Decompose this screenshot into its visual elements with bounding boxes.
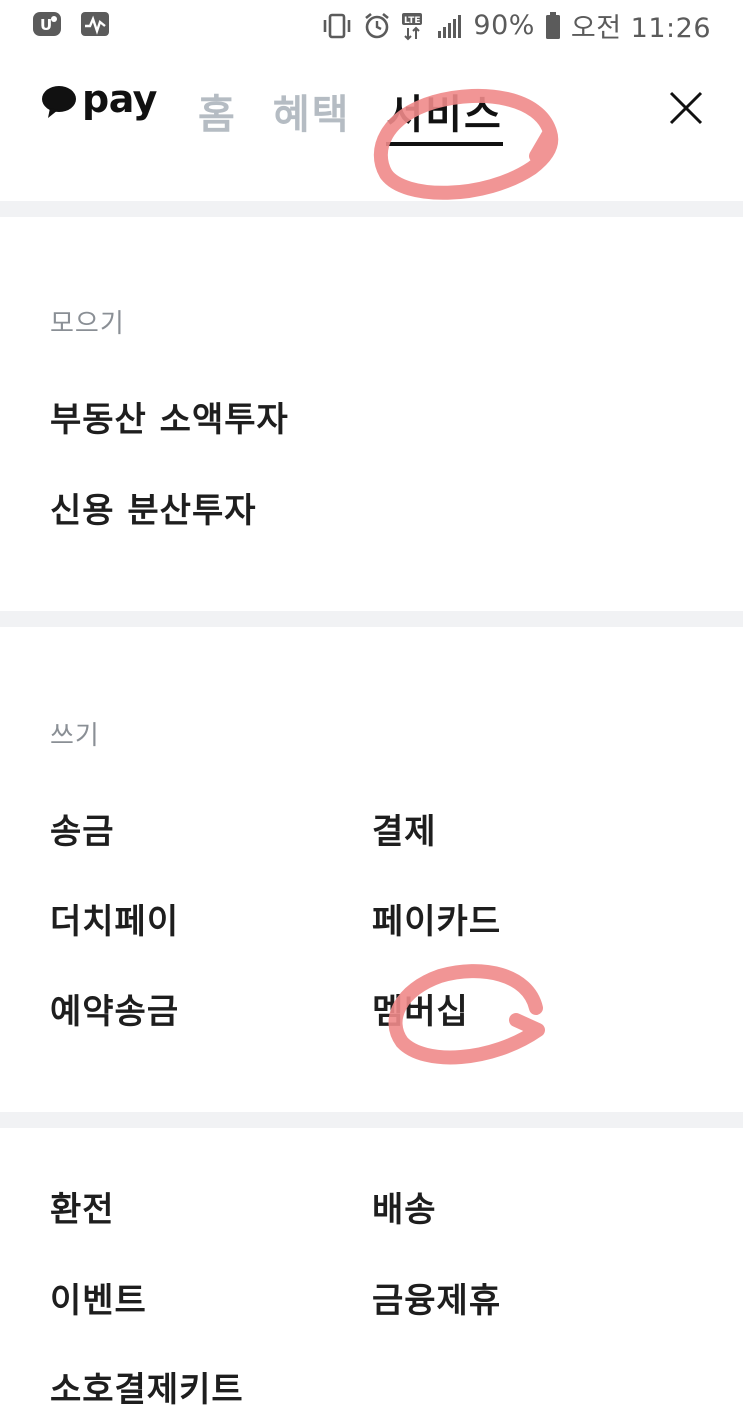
menu-item-scheduled-transfer[interactable]: 예약송금 [50, 984, 179, 1033]
menu-item-pay-card[interactable]: 페이카드 [372, 894, 501, 943]
activity-notification-icon [80, 11, 110, 37]
section-label-collect: 모으기 [50, 309, 125, 339]
menu-item-transfer[interactable]: 송금 [50, 804, 115, 853]
menu-item-credit-investment[interactable]: 신용 분산투자 [50, 483, 257, 532]
tab-services[interactable]: 서비스 [386, 82, 504, 146]
top-tabs: 홈 혜택 서비스 [198, 82, 504, 146]
menu-item-membership[interactable]: 멤버십 [372, 984, 469, 1033]
section-divider [0, 201, 743, 217]
tab-benefits[interactable]: 혜택 [273, 82, 351, 140]
speech-bubble-icon [42, 86, 76, 118]
lte-icon: LTE [401, 11, 427, 41]
menu-item-dutch-pay[interactable]: 더치페이 [50, 894, 179, 943]
battery-percent: 90% [473, 10, 535, 41]
menu-item-delivery[interactable]: 배송 [372, 1182, 437, 1231]
logo-text: pay [82, 77, 157, 121]
tab-home[interactable]: 홈 [198, 82, 237, 140]
vibrate-icon [321, 12, 353, 40]
menu-item-soho-payment-kit[interactable]: 소호결제키트 [50, 1362, 244, 1411]
menu-item-finance-partnership[interactable]: 금융제휴 [372, 1273, 501, 1322]
clock: 오전 11:26 [570, 13, 711, 44]
section-divider [0, 611, 743, 627]
status-bar: U LTE 90% 오전 11:26 [0, 0, 743, 50]
section-label-spend: 쓰기 [50, 721, 100, 751]
svg-text:U: U [40, 16, 52, 34]
svg-text:LTE: LTE [404, 16, 421, 26]
signal-icon [437, 13, 463, 39]
close-button[interactable] [666, 88, 706, 128]
menu-item-real-estate-investment[interactable]: 부동산 소액투자 [50, 392, 289, 441]
menu-item-exchange[interactable]: 환전 [50, 1182, 115, 1231]
uplus-notification-icon: U [32, 11, 62, 37]
menu-item-event[interactable]: 이벤트 [50, 1273, 147, 1322]
alarm-icon [363, 12, 391, 40]
menu-item-payment[interactable]: 결제 [372, 804, 437, 853]
close-icon [669, 91, 703, 125]
kakaopay-logo[interactable]: pay [40, 77, 157, 122]
header: pay 홈 혜택 서비스 [0, 60, 743, 160]
section-divider [0, 1112, 743, 1128]
battery-icon [545, 11, 561, 40]
